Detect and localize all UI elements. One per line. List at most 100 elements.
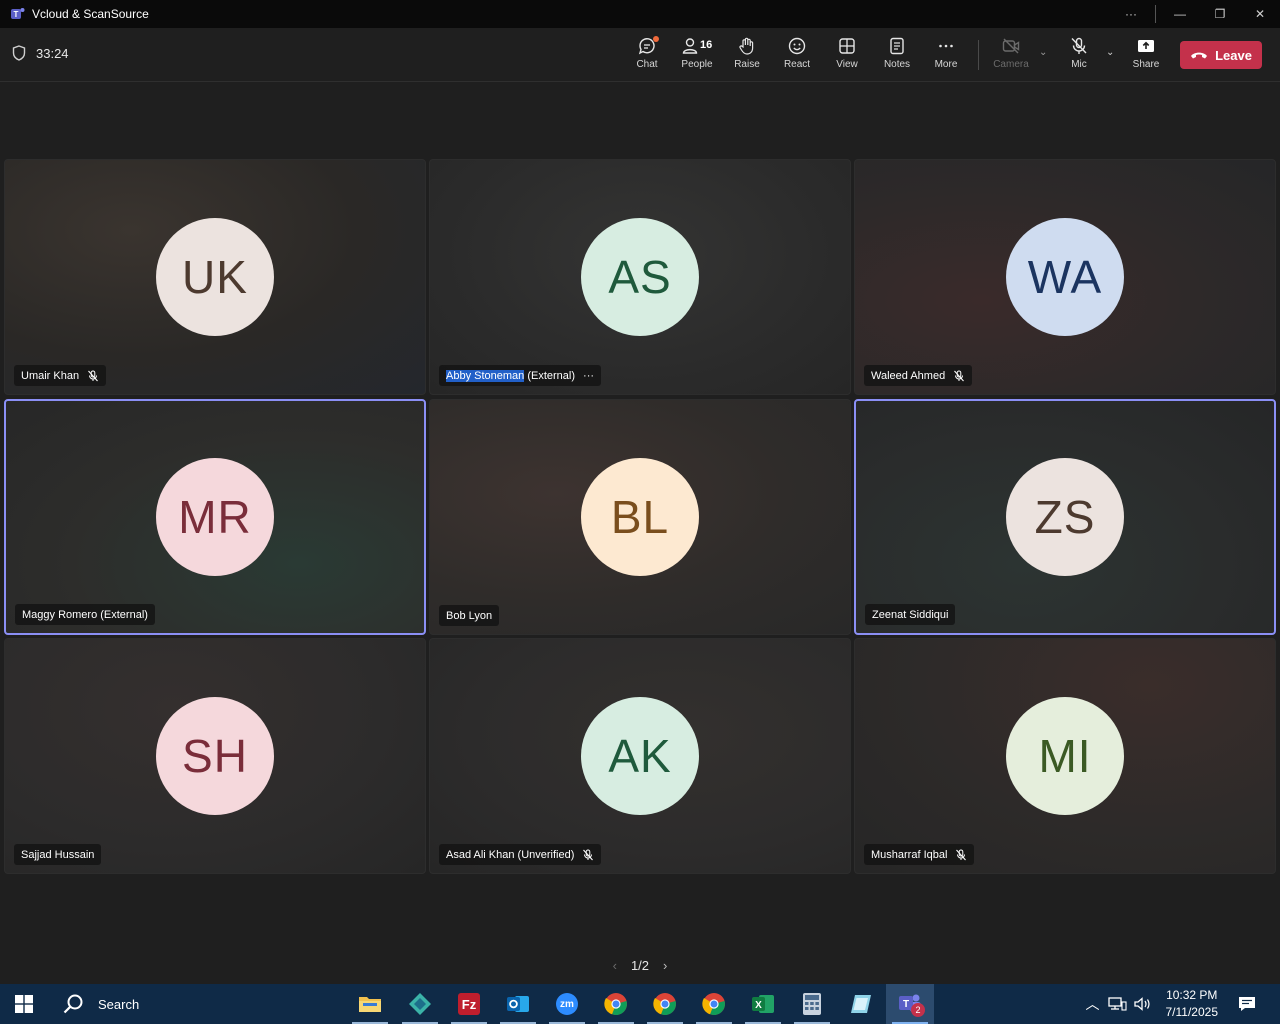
participant-avatar: AK (581, 697, 699, 815)
taskbar-zoom[interactable]: zm (543, 984, 591, 1024)
start-button[interactable] (0, 984, 48, 1024)
react-label: React (783, 59, 811, 70)
muted-mic-icon (583, 849, 594, 860)
notes-label: Notes (883, 59, 911, 70)
taskbar-file-explorer[interactable] (346, 984, 394, 1024)
participant-name-text: Maggy Romero (External) (22, 608, 148, 621)
muted-mic-icon (88, 370, 98, 381)
participant-nameplate: Zeenat Siddiqui (865, 604, 956, 625)
window-titlebar: T Vcloud & ScanSource ··· — ❐ ✕ (0, 0, 1280, 28)
raise-hand-button[interactable]: Raise (722, 36, 772, 76)
participant-tile[interactable]: ZS Zeenat Siddiqui (854, 399, 1276, 635)
titlebar-divider (1155, 5, 1156, 23)
participant-name: Bob Lyon (446, 610, 492, 622)
participant-name-text: Zeenat Siddiqui (872, 608, 949, 621)
view-button[interactable]: View (822, 36, 872, 76)
camera-options-chevron-icon[interactable]: ⌄ (1039, 47, 1047, 58)
participant-more-options[interactable]: ··· (583, 370, 594, 382)
notifications-icon[interactable] (1238, 996, 1256, 1012)
taskbar-teams[interactable]: T 2 (886, 984, 934, 1024)
more-button[interactable]: More (921, 36, 971, 76)
participant-name: Zeenat Siddiqui (872, 609, 948, 621)
taskbar-chrome-2[interactable] (641, 984, 689, 1024)
ellipsis-icon (939, 44, 953, 48)
restore-button[interactable]: ❐ (1200, 0, 1240, 28)
view-label: View (836, 59, 858, 70)
search-icon (63, 994, 83, 1014)
taskbar-excel[interactable]: X (739, 984, 787, 1024)
people-count: 16 (700, 39, 713, 51)
next-page-chevron-icon[interactable]: › (663, 958, 667, 973)
react-button[interactable]: React (772, 36, 822, 76)
participant-name: Maggy Romero (External) (22, 609, 148, 621)
clock-date: 7/11/2025 (1165, 1005, 1219, 1019)
clock-time: 10:32 PM (1166, 988, 1218, 1002)
participant-name-text: Asad Ali Khan (Unverified) (446, 848, 575, 861)
participant-tile[interactable]: MI Musharraf Iqbal (854, 638, 1276, 874)
notes-icon (890, 37, 904, 55)
meeting-timer: 33:24 (12, 45, 69, 61)
participant-name: Waleed Ahmed (871, 370, 945, 382)
taskbar-search-box[interactable]: Search (48, 984, 348, 1024)
camera-button[interactable]: Camera (986, 36, 1036, 76)
more-label: More (934, 59, 958, 70)
taskbar-clock[interactable]: 10:32 PM 7/11/2025 (1166, 987, 1219, 1021)
volume-icon[interactable] (1133, 996, 1153, 1012)
participant-tile[interactable]: SH Sajjad Hussain (4, 638, 426, 874)
people-label: People (681, 59, 713, 70)
diamond-app-icon (409, 993, 431, 1015)
taskbar-app-pane[interactable] (837, 984, 885, 1024)
hand-icon (739, 37, 754, 55)
taskbar-chrome-1[interactable] (592, 984, 640, 1024)
participant-name: Abby Stoneman (External) (446, 369, 575, 382)
filezilla-icon: Fz (458, 993, 480, 1015)
outlook-icon (507, 996, 529, 1012)
smiley-icon (788, 37, 806, 55)
system-tray: ︿ 10:32 PM 7/11/2025 (1082, 984, 1280, 1024)
participant-tile[interactable]: WA Waleed Ahmed (854, 159, 1276, 395)
previous-page-chevron-icon[interactable]: ‹ (613, 958, 617, 973)
taskbar-chrome-3[interactable] (690, 984, 738, 1024)
participant-tile[interactable]: AK Asad Ali Khan (Unverified) (429, 638, 851, 874)
network-icon[interactable] (1107, 996, 1127, 1012)
participant-name-text: Musharraf Iqbal (871, 848, 948, 861)
chat-button[interactable]: Chat (622, 36, 672, 76)
notes-button[interactable]: Notes (872, 36, 922, 76)
participant-tile[interactable]: BL Bob Lyon (429, 399, 851, 635)
taskbar-app-diamond[interactable] (396, 984, 444, 1024)
participant-name-text: Sajjad Hussain (21, 848, 95, 861)
minimize-button[interactable]: — (1160, 0, 1200, 28)
share-button[interactable]: Share (1121, 36, 1171, 76)
participant-tile[interactable]: UK Umair Khan (4, 159, 426, 395)
participant-name-text: Waleed Ahmed (871, 369, 946, 382)
participant-tile[interactable]: MR Maggy Romero (External) (4, 399, 426, 635)
participant-name-text: Bob Lyon (446, 609, 493, 622)
people-button[interactable]: 16 People (672, 36, 722, 76)
mic-label: Mic (1071, 59, 1087, 70)
window-more-button[interactable]: ··· (1111, 0, 1151, 28)
participant-nameplate: Umair Khan (14, 365, 107, 386)
folder-icon (359, 997, 381, 1012)
participant-avatar: WA (1006, 218, 1124, 336)
gallery-pager: ‹ 1/2 › (600, 955, 680, 975)
participant-avatar: MR (156, 458, 274, 576)
leave-button[interactable]: Leave (1180, 41, 1262, 69)
close-window-button[interactable]: ✕ (1240, 0, 1280, 28)
muted-indicator (955, 849, 967, 861)
taskbar-outlook[interactable] (494, 984, 542, 1024)
mic-button[interactable]: Mic (1054, 36, 1104, 76)
participant-nameplate: Sajjad Hussain (14, 844, 102, 865)
participant-tile[interactable]: AS Abby Stoneman (External) ··· (429, 159, 851, 395)
app-pane-icon (851, 995, 871, 1013)
excel-icon: X (752, 995, 774, 1013)
show-hidden-icons-chevron-icon[interactable]: ︿ (1082, 994, 1104, 1014)
participant-nameplate: Abby Stoneman (External) ··· (439, 365, 602, 386)
page-indicator: 1/2 (630, 957, 650, 973)
mic-options-chevron-icon[interactable]: ⌄ (1106, 47, 1114, 58)
taskbar-filezilla[interactable]: Fz (445, 984, 493, 1024)
grid-view-icon (839, 38, 855, 54)
participant-avatar: MI (1006, 697, 1124, 815)
participant-avatar: UK (156, 218, 274, 336)
taskbar-calculator[interactable] (788, 984, 836, 1024)
participant-name: Umair Khan (21, 370, 79, 382)
